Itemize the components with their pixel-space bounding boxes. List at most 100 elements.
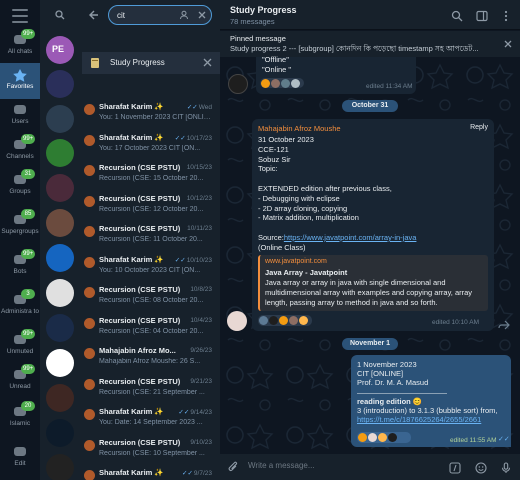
reactions[interactable] (260, 78, 304, 88)
search-field[interactable] (108, 5, 212, 25)
chat-title[interactable]: Study Progress (230, 5, 297, 15)
search-result-item[interactable]: Recursion (CSE PSTU) 10/11/23 Recursion (C… (82, 222, 220, 252)
message-bubble[interactable]: 1 November 2023 CIT [ONLINE] Prof. Dr. M. … (351, 355, 511, 447)
avatar[interactable] (46, 314, 74, 342)
emoji-icon[interactable] (474, 461, 487, 474)
fire-reaction-icon[interactable] (358, 433, 367, 442)
sidebar-toggle-icon[interactable] (475, 9, 488, 22)
unread-badge: 99+ (21, 364, 36, 374)
message-link[interactable]: https://t.me/c/1876625264/2655/2661 (357, 415, 481, 424)
search-row (40, 0, 220, 30)
clear-icon[interactable] (197, 10, 207, 20)
search-icon[interactable] (451, 9, 463, 22)
search-result-item[interactable]: Mahajabin Afroz Mo... 9/26/23 Mahajabin Af… (82, 344, 220, 374)
folder-islamic[interactable]: 20 Islamic (0, 400, 40, 436)
search-result-item[interactable]: Sharafat Karim ✨ ✓✓10/10/23 You: 10 Octobe… (82, 253, 220, 283)
search-icon[interactable] (55, 10, 65, 20)
hamburger-menu-icon[interactable] (12, 9, 28, 23)
search-result-item[interactable]: Sharafat Karim ✨ ✓✓10/17/23 You: 17 Octobe… (82, 131, 220, 161)
result-snippet: Mahajabin Afroz Moushe: 26 S... (99, 358, 201, 365)
reaction-avatar (388, 433, 397, 442)
avatar[interactable] (46, 105, 74, 133)
commands-icon[interactable] (449, 461, 461, 474)
avatar[interactable] (46, 70, 74, 98)
source-link[interactable]: https://www.javatpoint.com/array-in-java (284, 233, 417, 242)
search-result-item[interactable]: Sharafat Karim ✨ ✓✓9/14/23 You: Date: 14 S… (82, 405, 220, 435)
folder-favorites[interactable]: Favorites (0, 63, 40, 99)
folder-bots[interactable]: 99+ Bots (0, 248, 40, 284)
result-date: 10/12/23 (186, 194, 212, 202)
result-avatar (84, 439, 95, 451)
result-avatar (84, 470, 95, 480)
result-date: 9/21/23 (190, 377, 212, 385)
message-time: edited 11:55 AM (450, 437, 497, 444)
avatar[interactable] (46, 244, 74, 272)
avatar[interactable] (46, 174, 74, 202)
folder-users[interactable]: Users (0, 98, 40, 134)
folder-edit[interactable]: Edit (0, 440, 40, 476)
date-separator: November 1 (342, 338, 398, 350)
result-date: 10/11/23 (187, 225, 212, 232)
folder-groups[interactable]: 31 Groups (0, 168, 40, 204)
avatar[interactable] (46, 349, 74, 377)
folder-administra-to[interactable]: 3 Administra to (0, 288, 40, 324)
avatar[interactable] (46, 419, 74, 447)
reaction-avatar (269, 316, 278, 325)
avatar-pe[interactable]: PE (46, 36, 74, 64)
search-result-item[interactable]: Recursion (CSE PSTU) 9/21/23 Recursion (CS… (82, 375, 220, 405)
fire-reaction-icon[interactable] (261, 79, 270, 88)
close-icon[interactable] (203, 58, 212, 67)
reactions[interactable] (357, 432, 411, 443)
header-actions (443, 9, 512, 27)
avatar[interactable] (46, 209, 74, 237)
chat-filter-bar: Study Progress (82, 52, 220, 74)
fire-reaction-icon[interactable] (279, 316, 288, 325)
folder-unmuted[interactable]: 99+ Unmuted (0, 328, 40, 364)
folder-all-chats[interactable]: 99+ All chats (0, 28, 40, 64)
search-result-item[interactable]: Sharafat Karim ✨ ✓✓Wed You: 1 November 202… (82, 100, 220, 130)
user-filter-icon[interactable] (179, 10, 189, 20)
message-bubble[interactable]: "Offline" "Online " edited 11:34 AM (256, 55, 416, 94)
back-arrow-icon[interactable] (88, 9, 100, 21)
search-result-item[interactable]: Sharafat Karim ✨ ✓✓9/7/23 (82, 466, 220, 480)
search-result-item[interactable]: Recursion (CSE PSTU) 10/8/23 Recursion (CS… (82, 283, 220, 313)
link-preview[interactable]: www.javatpoint.com Java Array - Javatpoi… (258, 255, 488, 311)
reactions[interactable] (258, 315, 312, 326)
result-avatar (84, 409, 95, 420)
folder-label: Islamic (9, 420, 31, 427)
folder-label: Supergroups (1, 228, 39, 235)
folder-supergroups[interactable]: 85 Supergroups (0, 208, 40, 244)
avatar[interactable] (46, 384, 74, 412)
message-bubble[interactable]: Mahajabin Afroz Moushe Reply 31 October … (252, 119, 494, 331)
reply-button[interactable]: Reply (470, 124, 488, 131)
search-input[interactable] (117, 9, 173, 21)
avatar[interactable] (46, 279, 74, 307)
avatar[interactable] (46, 139, 74, 167)
more-menu-icon[interactable] (500, 9, 512, 22)
close-icon[interactable] (504, 40, 512, 48)
sender-name[interactable]: Mahajabin Afroz Moushe (258, 124, 341, 133)
search-result-item[interactable]: Recursion (CSE PSTU) 10/12/23 Recursion (C… (82, 192, 220, 222)
double-check-icon: ✓✓ (182, 470, 193, 477)
result-snippet: Recursion (CSE: 10 September ... (99, 449, 205, 457)
search-result-item[interactable]: Recursion (CSE PSTU) 9/10/23 Recursion (CS… (82, 436, 220, 466)
folder-label: Bots (13, 268, 27, 275)
message-input[interactable]: Write a message... (248, 461, 315, 470)
attach-icon[interactable] (228, 461, 239, 473)
microphone-icon[interactable] (500, 461, 512, 473)
search-result-item[interactable]: Recursion (CSE PSTU) 10/4/23 Recursion (CS… (82, 314, 220, 344)
unread-badge: 99+ (21, 329, 36, 339)
folder-label: Groups (9, 188, 31, 195)
forward-icon[interactable] (498, 320, 510, 330)
result-date: ✓✓10/17/23 (174, 134, 212, 142)
avatar[interactable] (228, 74, 248, 94)
avatar[interactable] (46, 454, 74, 480)
folder-unread[interactable]: 99+ Unread (0, 363, 40, 399)
pinned-message-bar[interactable]: Pinned message Study progress 2 --- [sub… (220, 31, 520, 57)
sender-avatar[interactable] (227, 311, 247, 331)
result-date: ✓✓Wed (186, 104, 212, 111)
search-result-item[interactable]: Recursion (CSE PSTU) 10/15/23 Recursion (C… (82, 161, 220, 191)
folder-channels[interactable]: 99+ Channels (0, 133, 40, 169)
reaction-avatar (271, 79, 280, 88)
result-avatar (84, 134, 95, 146)
